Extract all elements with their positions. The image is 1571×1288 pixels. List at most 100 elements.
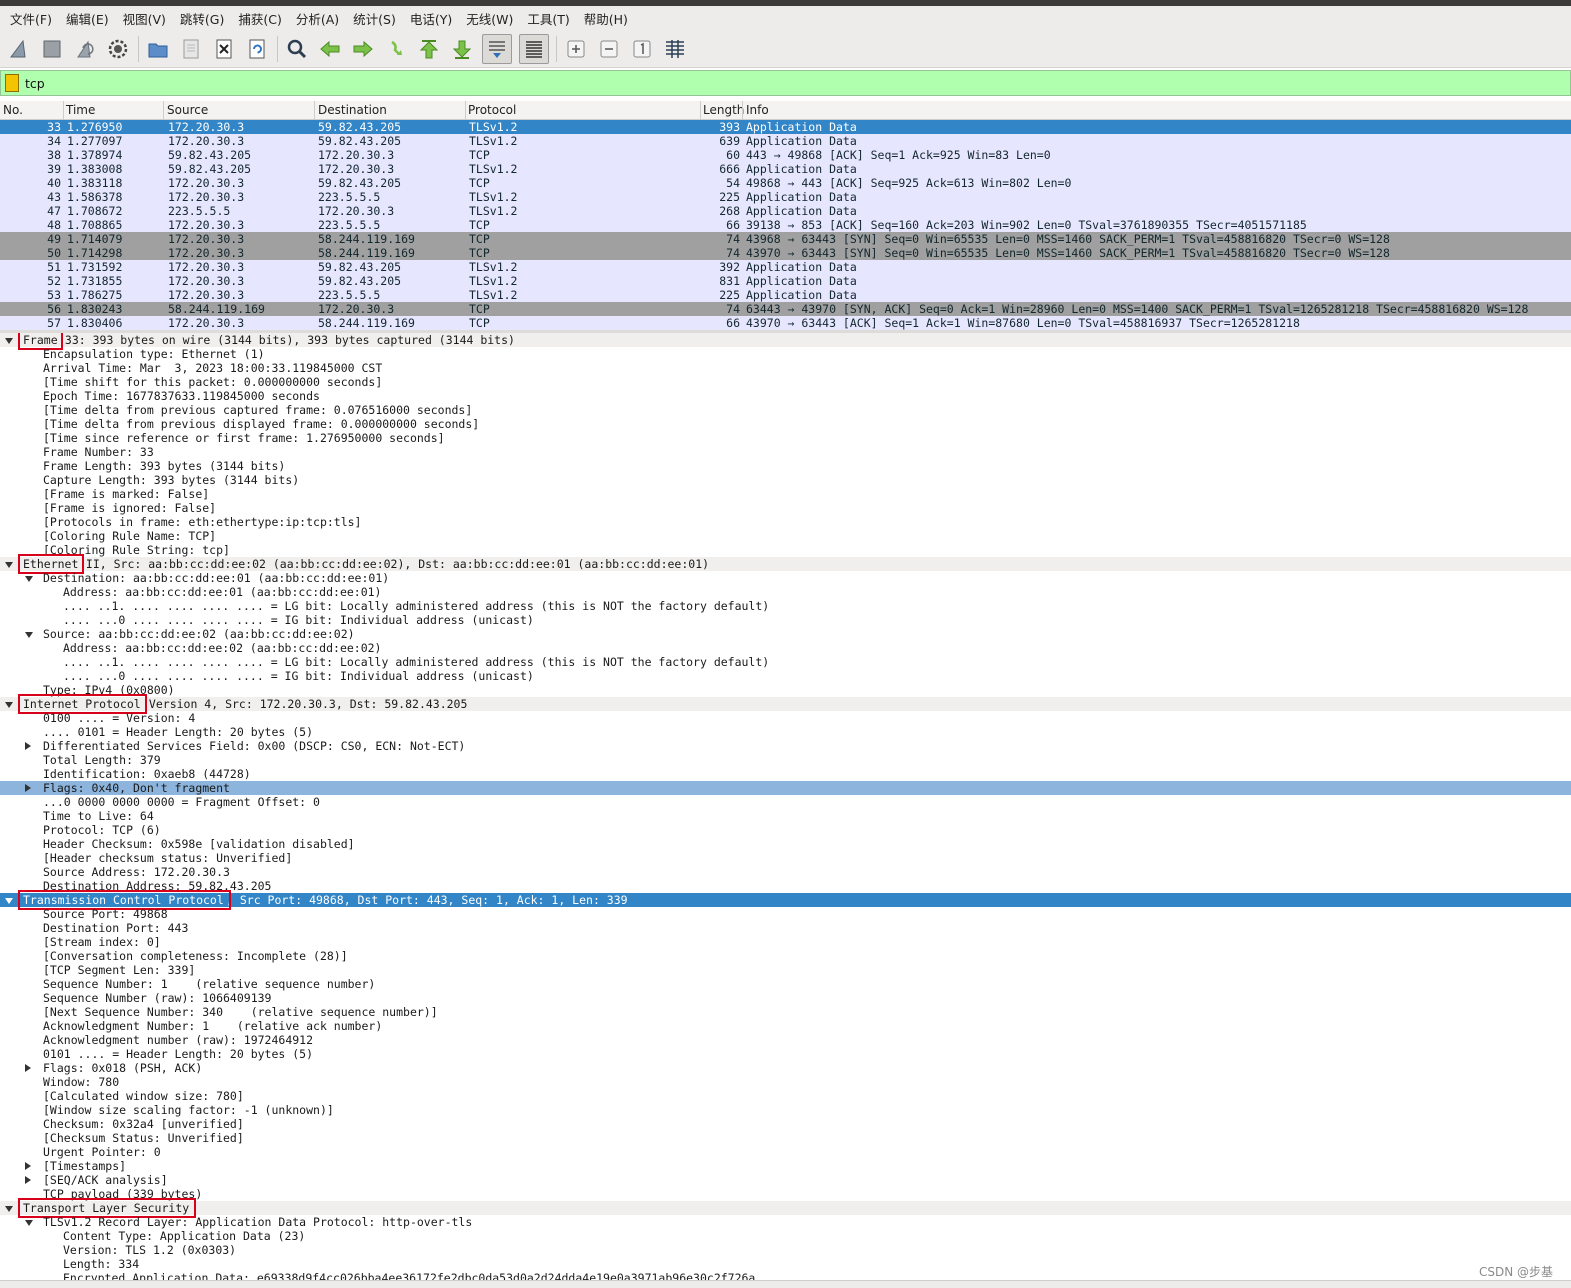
expanded-arrow-icon[interactable] [25, 632, 33, 638]
packet-row[interactable]: 43 1.586378 172.20.30.3 223.5.5.5 TLSv1.2 225… [0, 190, 1571, 204]
normal-size-icon[interactable] [629, 36, 655, 62]
packet-row[interactable]: 40 1.383118 172.20.30.3 59.82.43.205 TCP 54 49… [0, 176, 1571, 190]
protocol-tree-item[interactable]: .... ..1. .... .... .... .... = LG bit: … [0, 655, 1571, 669]
protocol-tree-item[interactable]: [Checksum Status: Unverified] [0, 1131, 1571, 1145]
protocol-tree-header[interactable]: Frame 33: 393 bytes on wire (3144 bits),… [0, 333, 1571, 350]
protocol-tree-item[interactable]: Protocol: TCP (6) [0, 823, 1571, 837]
go-back-arrow-icon[interactable] [317, 36, 343, 62]
protocol-tree-item[interactable]: Sequence Number: 1 (relative sequence nu… [0, 977, 1571, 991]
protocol-tree-item[interactable]: Destination: aa:bb:cc:dd:ee:01 (aa:bb:cc… [0, 571, 1571, 585]
packet-row[interactable]: 50 1.714298 172.20.30.3 58.244.119.169 TCP 74… [0, 246, 1571, 260]
protocol-tree-item[interactable]: Differentiated Services Field: 0x00 (DSC… [0, 739, 1571, 753]
expanded-arrow-icon[interactable] [25, 576, 33, 582]
colorize-icon[interactable] [519, 33, 549, 64]
protocol-tree-item[interactable]: Encrypted Application Data: e69338d9f4cc… [0, 1271, 1571, 1280]
packet-row[interactable]: 48 1.708865 172.20.30.3 223.5.5.5 TCP 66 39138… [0, 218, 1571, 232]
expanded-arrow-icon[interactable] [5, 702, 13, 708]
collapsed-arrow-icon[interactable] [25, 742, 31, 750]
protocol-tree-item[interactable]: Frame Length: 393 bytes (3144 bits) [0, 459, 1571, 473]
protocol-tree-item[interactable]: Source Address: 172.20.30.3 [0, 865, 1571, 879]
go-first-packet-icon[interactable] [416, 36, 442, 62]
protocol-tree-item[interactable]: Arrival Time: Mar 3, 2023 18:00:33.11984… [0, 361, 1571, 375]
protocol-tree-item[interactable]: Time to Live: 64 [0, 809, 1571, 823]
protocol-tree-item[interactable]: Frame Number: 33 [0, 445, 1571, 459]
protocol-tree-item[interactable]: [SEQ/ACK analysis] [0, 1173, 1571, 1187]
close-file-icon[interactable] [211, 36, 237, 62]
protocol-tree-item[interactable]: [Coloring Rule Name: TCP] [0, 529, 1571, 543]
protocol-tree-item[interactable]: Epoch Time: 1677837633.119845000 seconds [0, 389, 1571, 403]
protocol-tree-item[interactable]: Urgent Pointer: 0 [0, 1145, 1571, 1159]
protocol-tree-item[interactable]: [Header checksum status: Unverified] [0, 851, 1571, 865]
protocol-tree-item[interactable]: [TCP Segment Len: 339] [0, 963, 1571, 977]
menu-item[interactable]: 工具(T) [521, 9, 575, 28]
protocol-tree-header[interactable]: Transmission Control Protocol, Src Port:… [0, 890, 1571, 910]
protocol-tree-item[interactable]: .... ..1. .... .... .... .... = LG bit: … [0, 599, 1571, 613]
protocol-tree-item[interactable]: Source: aa:bb:cc:dd:ee:02 (aa:bb:cc:dd:e… [0, 627, 1571, 641]
protocol-tree-item[interactable]: [Conversation completeness: Incomplete (… [0, 949, 1571, 963]
menu-item[interactable]: 统计(S) [347, 9, 402, 28]
protocol-tree-item[interactable]: Total Length: 379 [0, 753, 1571, 767]
protocol-tree-item[interactable]: Window: 780 [0, 1075, 1571, 1089]
auto-scroll-icon[interactable] [482, 33, 512, 64]
protocol-tree-item[interactable]: TLSv1.2 Record Layer: Application Data P… [0, 1215, 1571, 1229]
protocol-tree-item[interactable]: Acknowledgment number (raw): 1972464912 [0, 1033, 1571, 1047]
column-header-time[interactable]: Time [66, 103, 95, 117]
menu-item[interactable]: 帮助(H) [578, 9, 634, 28]
expanded-arrow-icon[interactable] [5, 898, 13, 904]
protocol-tree-item[interactable]: Length: 334 [0, 1257, 1571, 1271]
protocol-tree-item[interactable]: [Time shift for this packet: 0.000000000… [0, 375, 1571, 389]
packet-row[interactable]: 33 1.276950 172.20.30.3 59.82.43.205 TLSv1.2… [0, 120, 1571, 134]
protocol-tree-item[interactable]: 0100 .... = Version: 4 [0, 711, 1571, 725]
protocol-tree-item[interactable]: Flags: 0x018 (PSH, ACK) [0, 1061, 1571, 1075]
reload-file-icon[interactable] [244, 36, 270, 62]
protocol-tree-item[interactable]: Address: aa:bb:cc:dd:ee:01 (aa:bb:cc:dd:… [0, 585, 1571, 599]
protocol-tree-item[interactable]: Acknowledgment Number: 1 (relative ack n… [0, 1019, 1571, 1033]
expanded-arrow-icon[interactable] [5, 338, 13, 344]
menu-item[interactable]: 跳转(G) [174, 9, 230, 28]
collapsed-arrow-icon[interactable] [25, 1162, 31, 1170]
protocol-tree-item[interactable]: .... ...0 .... .... .... .... = IG bit: … [0, 669, 1571, 683]
column-header-no[interactable]: No. [3, 103, 23, 117]
protocol-tree-item[interactable]: Encapsulation type: Ethernet (1) [0, 347, 1571, 361]
protocol-tree-item[interactable]: Destination Address: 59.82.43.205 [0, 879, 1571, 893]
menu-item[interactable]: 文件(F) [4, 9, 58, 28]
protocol-tree-item[interactable]: [Time since reference or first frame: 1.… [0, 431, 1571, 445]
protocol-tree-item[interactable]: [Coloring Rule String: tcp] [0, 543, 1571, 557]
packet-row[interactable]: 49 1.714079 172.20.30.3 58.244.119.169 TCP 74… [0, 232, 1571, 246]
filter-bookmark-icon[interactable] [5, 74, 19, 92]
packet-row[interactable]: 57 1.830406 172.20.30.3 58.244.119.169 TCP 66… [0, 316, 1571, 330]
open-folder-icon[interactable] [145, 36, 171, 62]
packet-row[interactable]: 51 1.731592 172.20.30.3 59.82.43.205 TLSv1.2… [0, 260, 1571, 274]
protocol-tree-item[interactable]: Type: IPv4 (0x0800) [0, 683, 1571, 697]
protocol-tree-item[interactable]: Identification: 0xaeb8 (44728) [0, 767, 1571, 781]
protocol-tree-item[interactable]: [Time delta from previous displayed fram… [0, 417, 1571, 431]
collapsed-arrow-icon[interactable] [25, 1176, 31, 1184]
collapsed-arrow-icon[interactable] [25, 1064, 31, 1072]
protocol-tree-item[interactable]: Checksum: 0x32a4 [unverified] [0, 1117, 1571, 1131]
menu-item[interactable]: 视图(V) [117, 9, 172, 28]
display-filter-input[interactable] [23, 75, 1523, 91]
menu-item[interactable]: 捕获(C) [232, 9, 287, 28]
packet-row[interactable]: 34 1.277097 172.20.30.3 59.82.43.205 TLSv1.2… [0, 134, 1571, 148]
protocol-tree-item[interactable]: Version: TLS 1.2 (0x0303) [0, 1243, 1571, 1257]
protocol-tree-item[interactable]: Source Port: 49868 [0, 907, 1571, 921]
protocol-tree-header[interactable]: Transport Layer Security [0, 1198, 1571, 1218]
packet-row[interactable]: 56 1.830243 58.244.119.169 172.20.30.3 TCP 74… [0, 302, 1571, 316]
packet-row[interactable]: 47 1.708672 223.5.5.5 172.20.30.3 TLSv1.2 268… [0, 204, 1571, 218]
collapsed-arrow-icon[interactable] [25, 784, 31, 792]
column-header-source[interactable]: Source [167, 103, 208, 117]
zoom-out-icon[interactable] [596, 36, 622, 62]
menu-item[interactable]: 分析(A) [290, 9, 345, 28]
zoom-in-icon[interactable] [563, 36, 589, 62]
packet-row[interactable]: 38 1.378974 59.82.43.205 172.20.30.3 TCP 60 44… [0, 148, 1571, 162]
protocol-tree-item[interactable]: [Next Sequence Number: 340 (relative seq… [0, 1005, 1571, 1019]
go-forward-arrow-icon[interactable] [350, 36, 376, 62]
column-header-info[interactable]: Info [746, 103, 769, 117]
go-to-packet-icon[interactable] [383, 36, 409, 62]
protocol-tree-header[interactable]: Ethernet II, Src: aa:bb:cc:dd:ee:02 (aa:… [0, 554, 1571, 574]
column-header-length[interactable]: Length [703, 103, 744, 117]
menu-item[interactable]: 电话(Y) [404, 9, 458, 28]
stop-square-icon[interactable] [39, 36, 65, 62]
menu-item[interactable]: 无线(W) [460, 9, 519, 28]
expanded-arrow-icon[interactable] [25, 1220, 33, 1226]
